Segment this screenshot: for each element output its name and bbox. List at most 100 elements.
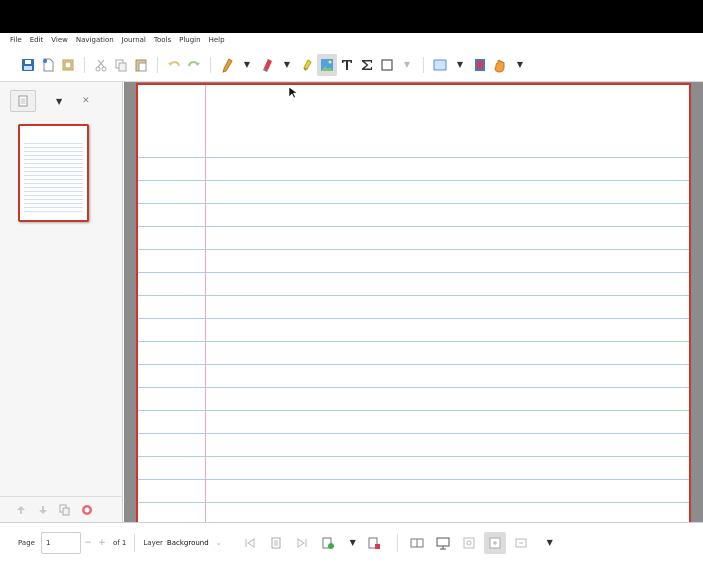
two-pages-icon: [410, 538, 424, 547]
status-separator: [396, 533, 398, 552]
menu-view[interactable]: View: [51, 36, 68, 44]
save-icon: [22, 58, 34, 71]
rule-line: [138, 249, 689, 250]
rule-line: [138, 433, 689, 434]
color-icon: [433, 59, 447, 70]
math-icon: [362, 59, 372, 70]
undo-button[interactable]: [164, 54, 184, 76]
color-dropdown[interactable]: ▼: [450, 54, 470, 76]
eraser-button[interactable]: [257, 54, 277, 76]
insert-page-dropdown[interactable]: ▼: [343, 532, 363, 554]
page-increment-button[interactable]: +: [95, 532, 109, 554]
redo-button[interactable]: [184, 54, 204, 76]
save-button[interactable]: [18, 54, 38, 76]
insert-page-icon: [322, 537, 334, 549]
presentation-button[interactable]: [432, 532, 454, 554]
shape-button[interactable]: [377, 54, 397, 76]
menu-file[interactable]: File: [10, 36, 22, 44]
delete-page-sidebar-button[interactable]: [78, 501, 96, 519]
vertical-space-button[interactable]: [470, 54, 490, 76]
page-number-input[interactable]: [40, 531, 81, 554]
page-label: Page: [18, 538, 35, 547]
highlighter-icon: [303, 58, 312, 71]
toolbar-separator: [157, 56, 158, 73]
zoom-fit-button[interactable]: [458, 532, 480, 554]
presentation-icon: [436, 537, 450, 549]
delete-page-button[interactable]: [363, 532, 385, 554]
page-thumbnail[interactable]: [18, 124, 89, 222]
pen-button[interactable]: [217, 54, 237, 76]
hand-dropdown[interactable]: ▼: [510, 54, 530, 76]
move-page-down-button[interactable]: [34, 501, 52, 519]
sidebar-page-preview-button[interactable]: [10, 90, 36, 112]
eraser-icon: [263, 58, 272, 72]
two-pages-button[interactable]: [406, 532, 428, 554]
layer-dropdown[interactable]: ⌄: [209, 532, 229, 554]
rule-line: [138, 364, 689, 365]
first-page-icon: [245, 537, 255, 548]
arrow-down-icon: [39, 505, 47, 514]
menu-bar: File Edit View Navigation Journal Tools …: [0, 33, 703, 47]
thumbnail-lines: [24, 140, 83, 214]
rule-line: [138, 180, 689, 181]
rule-line: [138, 410, 689, 411]
copy-page-icon: [59, 504, 70, 515]
zoom-100-button[interactable]: [483, 531, 506, 554]
text-button[interactable]: [337, 54, 357, 76]
menu-journal[interactable]: Journal: [122, 36, 146, 44]
sidebar-dropdown-icon[interactable]: ▼: [56, 97, 62, 106]
hand-button[interactable]: [490, 54, 510, 76]
toolbar-separator: [210, 56, 211, 73]
text-icon: [342, 59, 352, 70]
new-page-icon: [43, 58, 54, 71]
move-page-up-button[interactable]: [12, 501, 30, 519]
eraser-dropdown[interactable]: ▼: [277, 54, 297, 76]
view-dropdown[interactable]: ▼: [540, 532, 560, 554]
undo-icon: [168, 60, 180, 66]
zoom-out-button[interactable]: [510, 532, 532, 554]
arrow-up-icon: [17, 505, 25, 514]
sidebar-close-icon[interactable]: ✕: [82, 96, 90, 106]
document-canvas[interactable]: [124, 82, 703, 522]
goto-page-icon: [271, 537, 281, 548]
image-button[interactable]: [317, 53, 337, 76]
layer-select[interactable]: Background: [167, 539, 209, 547]
shape-dropdown[interactable]: ▼: [397, 54, 417, 76]
status-separator: [134, 533, 136, 552]
vertical-space-icon: [475, 58, 485, 71]
copy-button[interactable]: [111, 54, 131, 76]
menu-navigation[interactable]: Navigation: [76, 36, 114, 44]
goto-page-button[interactable]: [265, 532, 287, 554]
rule-line: [138, 318, 689, 319]
pen-dropdown[interactable]: ▼: [237, 54, 257, 76]
menu-help[interactable]: Help: [209, 36, 225, 44]
rule-line: [138, 203, 689, 204]
zoom-out-icon: [515, 538, 527, 547]
menu-tools[interactable]: Tools: [154, 36, 171, 44]
math-button[interactable]: [357, 54, 377, 76]
paste-button[interactable]: [131, 54, 151, 76]
zoom-100-icon: [489, 537, 501, 548]
copy-page-button[interactable]: [56, 501, 74, 519]
color-button[interactable]: [430, 54, 450, 76]
redo-icon: [188, 60, 200, 66]
paste-icon: [135, 59, 147, 71]
menu-plugin[interactable]: Plugin: [179, 36, 200, 44]
rule-line: [138, 479, 689, 480]
first-page-button[interactable]: [239, 532, 261, 554]
sidebar: ▼ ✕: [0, 82, 123, 522]
toolbar-separator: [423, 56, 424, 73]
insert-page-button[interactable]: [317, 532, 339, 554]
ruled-page[interactable]: [136, 83, 691, 522]
layer-button[interactable]: [58, 54, 78, 76]
last-page-button[interactable]: [291, 532, 313, 554]
cut-button[interactable]: [91, 54, 111, 76]
page-decrement-button[interactable]: −: [81, 532, 95, 554]
zoom-fit-icon: [463, 537, 475, 548]
new-page-button[interactable]: [38, 54, 58, 76]
layer-icon: [62, 59, 74, 70]
sidebar-header: ▼ ✕: [0, 82, 123, 120]
delete-page-icon: [368, 537, 380, 549]
menu-edit[interactable]: Edit: [30, 36, 44, 44]
highlighter-button[interactable]: [297, 54, 317, 76]
